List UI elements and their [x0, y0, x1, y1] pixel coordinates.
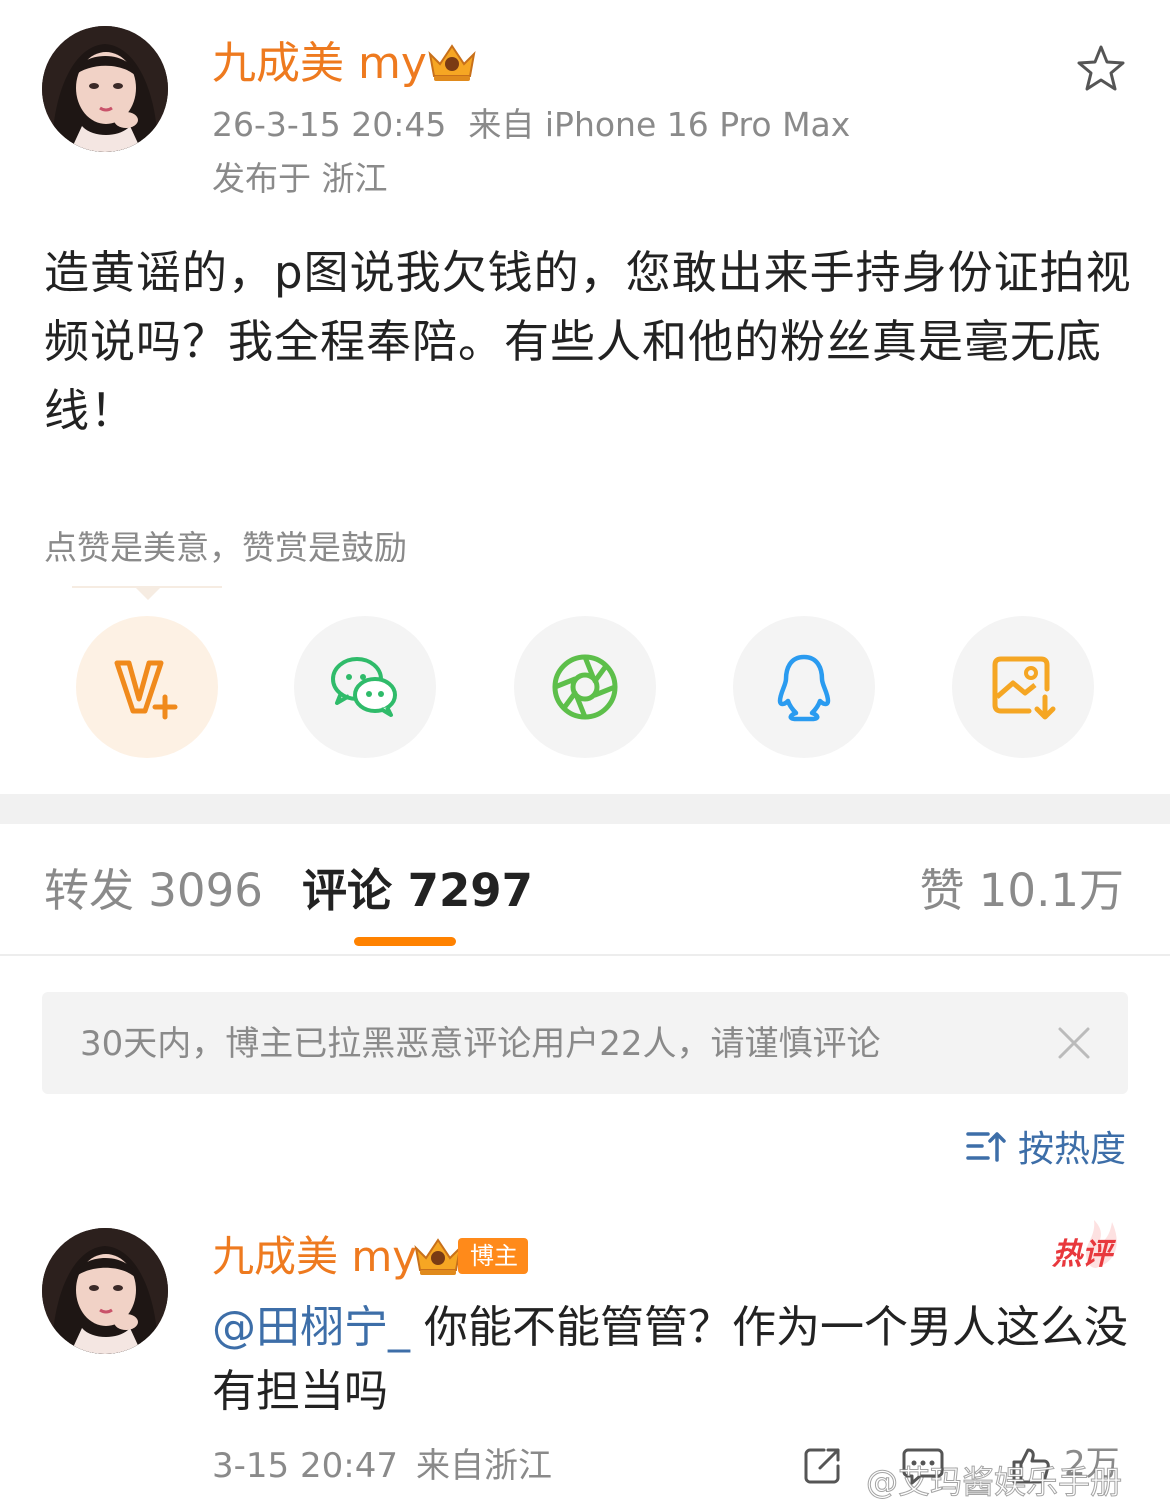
active-tab-indicator: [354, 937, 456, 946]
share-wechat-button[interactable]: [294, 616, 436, 758]
close-icon[interactable]: [1056, 1025, 1092, 1061]
author-name[interactable]: 九成美 my: [212, 36, 427, 92]
tab-comments[interactable]: 评论 7297: [302, 862, 533, 920]
wechat-icon: [331, 657, 397, 717]
comment-avatar[interactable]: [42, 1228, 168, 1354]
sort-toggle[interactable]: 按热度: [966, 1122, 1126, 1170]
tab-likes[interactable]: 赞 10.1万: [920, 862, 1125, 920]
blogger-badge: 博主: [458, 1238, 528, 1274]
share-moments-button[interactable]: [514, 616, 656, 758]
save-image-icon: [992, 656, 1056, 720]
blocked-users-notice: 30天内，博主已拉黑恶意评论用户22人，请谨慎评论: [42, 992, 1128, 1094]
qq-icon: [777, 654, 831, 722]
share-qq-button[interactable]: [733, 616, 875, 758]
section-divider: [0, 794, 1170, 824]
post-location: 发布于 浙江: [212, 159, 388, 198]
reward-caret: [134, 586, 162, 600]
v-plus-button[interactable]: [76, 616, 218, 758]
comment-body: @田栩宁_ 你能不能管管？作为一个男人这么没有担当吗: [212, 1296, 1132, 1424]
post-timestamp: 26-3-15 20:45: [212, 105, 447, 144]
comment-timestamp: 3-15 20:47: [212, 1446, 398, 1486]
moments-icon: [552, 654, 618, 720]
post-meta: 26-3-15 20:45 来自 iPhone 16 Pro Max: [212, 104, 850, 146]
watermark: @艾玛酱娱乐手册: [865, 1463, 1123, 1502]
post-body: 造黄谣的，p图说我欠钱的，您敢出来手持身份证拍视频说吗？我全程奉陪。有些人和他的…: [44, 246, 1132, 437]
post-source: 来自 iPhone 16 Pro Max: [468, 105, 851, 144]
comment-meta: 3-15 20:47 来自浙江: [212, 1444, 552, 1488]
reward-hint: 点赞是美意，赞赏是鼓励: [44, 528, 407, 567]
tab-reposts[interactable]: 转发 3096: [44, 862, 263, 920]
favorite-star-icon[interactable]: [1074, 42, 1128, 96]
sort-label: 按热度: [1017, 1129, 1126, 1170]
comment-mention-link[interactable]: @田栩宁_: [212, 1302, 410, 1353]
hot-comment-label: 热评: [1052, 1237, 1112, 1272]
author-avatar[interactable]: [42, 26, 168, 152]
crown-icon: [428, 44, 476, 81]
tab-divider: [0, 954, 1170, 956]
sort-icon: [966, 1132, 1006, 1162]
save-image-button[interactable]: [952, 616, 1094, 758]
notice-text: 30天内，博主已拉黑恶意评论用户22人，请谨慎评论: [80, 1024, 881, 1064]
comment-author-name[interactable]: 九成美 my: [212, 1230, 417, 1284]
v-plus-icon: [114, 660, 178, 720]
comment-source: 来自浙江: [415, 1446, 552, 1486]
share-comment-icon[interactable]: [802, 1444, 844, 1486]
